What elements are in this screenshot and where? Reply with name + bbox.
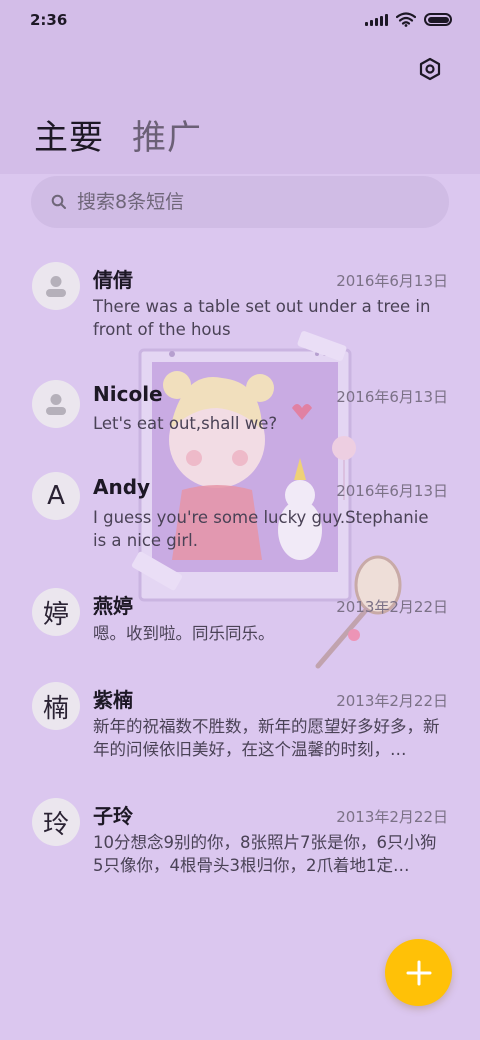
settings-button[interactable] — [416, 55, 444, 83]
person-icon — [46, 394, 66, 415]
message-date: 2016年6月13日 — [336, 388, 448, 406]
message-date: 2013年2月22日 — [336, 598, 448, 616]
avatar — [32, 262, 80, 310]
message-preview: 嗯。收到啦。同乐同乐。 — [93, 624, 275, 643]
new-message-button[interactable] — [385, 939, 452, 1006]
search-icon — [51, 194, 67, 210]
search-input[interactable] — [77, 191, 397, 213]
contact-name: Nicole — [93, 382, 163, 406]
contact-name: Andy — [93, 475, 151, 499]
contact-name: 紫楠 — [93, 688, 133, 712]
contact-name: 倩倩 — [93, 268, 133, 292]
message-date: 2013年2月22日 — [336, 692, 448, 710]
list-item[interactable]: 玲 子玲 2013年2月22日 10分想念9别的你，8张照片7张是你，6只小狗5… — [0, 798, 480, 888]
battery-icon — [424, 13, 452, 26]
tab-primary[interactable]: 主要 — [34, 110, 104, 159]
message-preview: 10分想念9别的你，8张照片7张是你，6只小狗5只像你，4根骨头3根归你，2爪着… — [93, 833, 437, 875]
message-date: 2013年2月22日 — [336, 808, 448, 826]
avatar: 婷 — [32, 588, 80, 636]
gear-hexagon-icon — [419, 57, 441, 81]
avatar — [32, 380, 80, 428]
wifi-icon — [396, 12, 416, 27]
message-preview: 新年的祝福数不胜数，新年的愿望好多好多，新年的问候依旧美好，在这个温馨的时刻，… — [93, 717, 440, 759]
list-item[interactable]: 婷 燕婷 2013年2月22日 嗯。收到啦。同乐同乐。 — [0, 588, 480, 658]
list-item[interactable]: 楠 紫楠 2013年2月22日 新年的祝福数不胜数，新年的愿望好多好多，新年的问… — [0, 682, 480, 772]
status-bar: 2:36 — [0, 0, 480, 40]
avatar: 玲 — [32, 798, 80, 846]
signal-icon — [365, 13, 388, 26]
status-time: 2:36 — [30, 11, 68, 29]
list-item[interactable]: Nicole 2016年6月13日 Let's eat out,shall we… — [0, 378, 480, 448]
list-item[interactable]: 倩倩 2016年6月13日 There was a table set out … — [0, 262, 480, 352]
list-item[interactable]: A Andy 2016年6月13日 I guess you're some lu… — [0, 472, 480, 562]
status-icons — [365, 12, 452, 27]
search-bar[interactable] — [31, 176, 449, 228]
message-preview: Let's eat out,shall we? — [93, 414, 278, 433]
avatar: 楠 — [32, 682, 80, 730]
message-date: 2016年6月13日 — [336, 272, 448, 290]
message-preview: I guess you're some lucky guy.Stephanie … — [93, 508, 429, 550]
person-icon — [46, 276, 66, 297]
avatar: A — [32, 472, 80, 520]
plus-icon — [406, 960, 431, 985]
message-date: 2016年6月13日 — [336, 482, 448, 500]
contact-name: 子玲 — [93, 804, 133, 828]
message-preview: There was a table set out under a tree i… — [93, 297, 431, 339]
contact-name: 燕婷 — [93, 594, 133, 618]
tab-promotions[interactable]: 推广 — [132, 110, 202, 159]
